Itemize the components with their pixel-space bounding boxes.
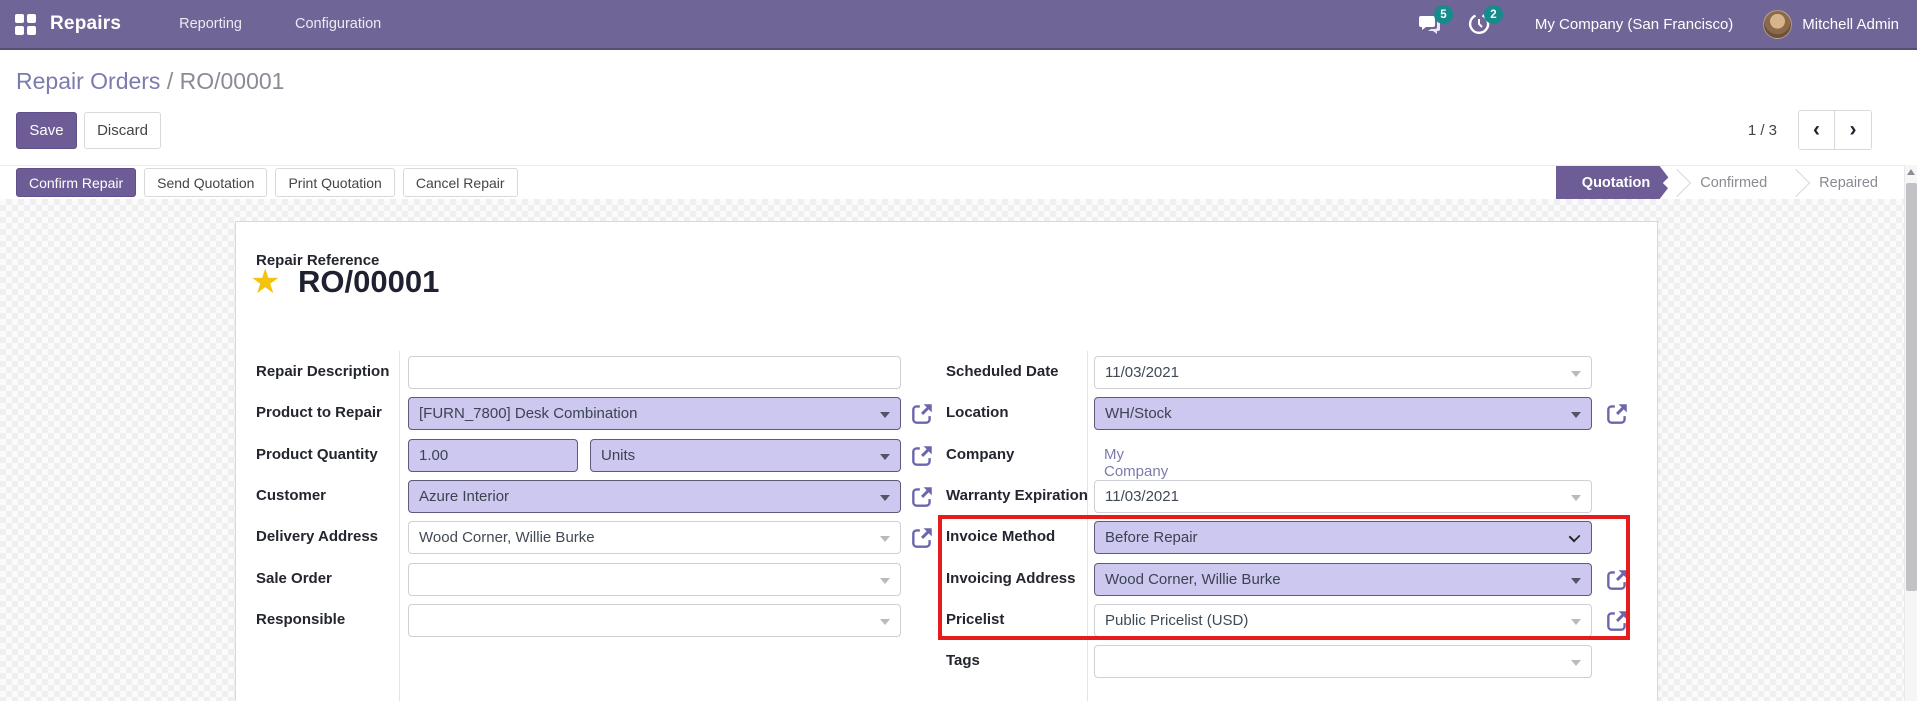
dropdown-caret-icon[interactable] — [1571, 371, 1581, 377]
repair-order-form-page: Repairs Reporting Configuration 5 2 My C… — [0, 0, 1917, 701]
grid-icon — [14, 13, 36, 35]
user-menu[interactable]: Mitchell Admin — [1802, 16, 1899, 33]
repair-order-sheet: Repair Reference ★ RO/00001 Repair Descr… — [235, 221, 1658, 701]
responsible-select[interactable] — [408, 604, 901, 637]
sale-order-label: Sale Order — [256, 570, 332, 587]
vertical-scrollbar[interactable] — [1904, 165, 1917, 701]
tags-input[interactable] — [1094, 645, 1592, 678]
dropdown-caret-icon[interactable] — [1571, 495, 1581, 501]
location-select[interactable]: WH/Stock — [1094, 397, 1592, 430]
invoicing-address-label: Invoicing Address — [946, 570, 1076, 587]
dropdown-caret-icon[interactable] — [880, 412, 890, 418]
breadcrumb-repair-orders[interactable]: Repair Orders — [16, 68, 160, 94]
pricelist-external-link-icon[interactable] — [1604, 608, 1630, 634]
scheduled-date-input[interactable]: 11/03/2021 — [1094, 356, 1592, 389]
product-to-repair-select[interactable]: [FURN_7800] Desk Combination — [408, 397, 901, 430]
customer-external-link-icon[interactable] — [909, 484, 935, 510]
warranty-expiration-label: Warranty Expiration — [946, 487, 1088, 504]
scrollbar-thumb[interactable] — [1906, 183, 1917, 591]
menu-reporting[interactable]: Reporting — [165, 16, 256, 32]
location-external-link-icon[interactable] — [1604, 401, 1630, 427]
scheduled-date-label: Scheduled Date — [946, 363, 1059, 380]
warranty-expiration-input[interactable]: 11/03/2021 — [1094, 480, 1592, 513]
invoice-method-select[interactable]: Before Repair — [1094, 521, 1592, 554]
product-quantity-input[interactable]: 1.00 — [408, 439, 578, 472]
dropdown-caret-icon[interactable] — [880, 454, 890, 460]
status-repaired[interactable]: Repaired — [1782, 165, 1904, 200]
scroll-up-arrow-icon[interactable] — [1907, 169, 1915, 175]
dropdown-caret-icon[interactable] — [1571, 660, 1581, 666]
sale-order-select[interactable] — [408, 563, 901, 596]
confirm-repair-button[interactable]: Confirm Repair — [16, 168, 137, 197]
delivery-address-select[interactable]: Wood Corner, Willie Burke — [408, 521, 901, 554]
location-label: Location — [946, 404, 1009, 421]
tags-label: Tags — [946, 652, 980, 669]
responsible-label: Responsible — [256, 611, 346, 628]
delivery-address-external-link-icon[interactable] — [909, 525, 935, 551]
action-bar: Confirm Repair Send Quotation Print Quot… — [0, 165, 1904, 200]
invoice-method-label: Invoice Method — [946, 528, 1056, 545]
pager-previous-button[interactable]: ‹ — [1799, 111, 1835, 149]
pricelist-select[interactable]: Public Pricelist (USD) — [1094, 604, 1592, 637]
dropdown-caret-icon[interactable] — [880, 495, 890, 501]
pager-count: 1 / 3 — [1747, 122, 1777, 139]
activities-icon[interactable]: 2 — [1467, 5, 1503, 36]
select-chevron-icon[interactable] — [1568, 530, 1581, 543]
customer-select[interactable]: Azure Interior — [408, 480, 901, 513]
dropdown-caret-icon[interactable] — [1571, 412, 1581, 418]
control-panel: Repair Orders / RO/00001 Save Discard 1 … — [0, 50, 1917, 165]
breadcrumb-current: RO/00001 — [179, 68, 285, 94]
status-confirmed[interactable]: Confirmed — [1663, 165, 1794, 200]
dropdown-caret-icon[interactable] — [880, 578, 890, 584]
favorite-star-icon[interactable]: ★ — [250, 262, 280, 302]
messages-icon[interactable]: 5 — [1417, 5, 1453, 36]
uom-select[interactable]: Units — [590, 439, 901, 472]
discard-button[interactable]: Discard — [84, 112, 161, 149]
dropdown-caret-icon[interactable] — [880, 536, 890, 542]
repair-description-input[interactable] — [408, 356, 901, 389]
cancel-repair-button[interactable]: Cancel Repair — [402, 168, 518, 197]
user-avatar[interactable] — [1763, 9, 1793, 39]
save-button[interactable]: Save — [16, 112, 77, 149]
invoicing-address-external-link-icon[interactable] — [1604, 567, 1630, 593]
status-quotation[interactable]: Quotation — [1556, 166, 1672, 200]
breadcrumb: Repair Orders / RO/00001 — [16, 68, 285, 94]
pricelist-label: Pricelist — [946, 611, 1005, 628]
company-label: Company — [946, 446, 1015, 463]
dropdown-caret-icon[interactable] — [1571, 619, 1581, 625]
company-switcher[interactable]: My Company (San Francisco) — [1535, 16, 1733, 33]
pager: ‹ › — [1798, 110, 1872, 150]
dropdown-caret-icon[interactable] — [1571, 578, 1581, 584]
top-navbar: Repairs Reporting Configuration 5 2 My C… — [0, 0, 1917, 50]
invoicing-address-select[interactable]: Wood Corner, Willie Burke — [1094, 563, 1592, 596]
product-to-repair-label: Product to Repair — [256, 404, 382, 421]
send-quotation-button[interactable]: Send Quotation — [144, 168, 268, 197]
menu-configuration[interactable]: Configuration — [281, 16, 395, 32]
repair-reference-value[interactable]: RO/00001 — [298, 264, 439, 300]
pager-next-button[interactable]: › — [1835, 111, 1871, 149]
delivery-address-label: Delivery Address — [256, 528, 379, 545]
dropdown-caret-icon[interactable] — [880, 619, 890, 625]
customer-label: Customer — [256, 487, 327, 504]
uom-external-link-icon[interactable] — [909, 443, 935, 469]
print-quotation-button[interactable]: Print Quotation — [275, 168, 395, 197]
product-external-link-icon[interactable] — [909, 401, 935, 427]
product-quantity-label: Product Quantity — [256, 446, 378, 463]
repair-description-label: Repair Description — [256, 363, 390, 380]
status-pipeline: Quotation Confirmed Repaired — [1556, 165, 1904, 200]
app-title[interactable]: Repairs — [50, 13, 121, 35]
activities-badge: 2 — [1483, 5, 1503, 24]
messages-badge: 5 — [1433, 5, 1453, 24]
apps-menu-icon[interactable] — [0, 0, 50, 49]
